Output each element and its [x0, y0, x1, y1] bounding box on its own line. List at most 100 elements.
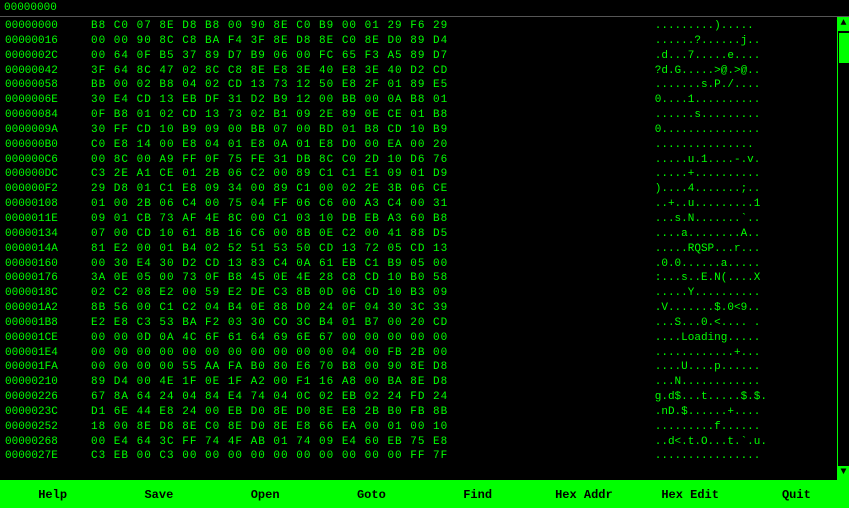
ascii-cell: .nD.$......+.... — [654, 405, 833, 420]
ascii-cell: ......s......... — [654, 108, 833, 123]
title-bar: 00000000 — [0, 0, 849, 17]
scroll-up-button[interactable]: ▲ — [838, 17, 849, 31]
table-row: 0000027EC3 EB 00 C3 00 00 00 00 00 00 00… — [4, 449, 833, 464]
table-row: 0000021089 D4 00 4E 1F 0E 1F A2 00 F1 16… — [4, 375, 833, 390]
table-row: 000000423F 64 8C 47 02 8C C8 8E E8 3E 40… — [4, 64, 833, 79]
address-cell: 00000226 — [4, 390, 90, 405]
hex-cell[interactable]: 01 00 2B 06 C4 00 75 04 FF 06 C6 00 A3 C… — [90, 197, 654, 212]
hex-cell[interactable]: 89 D4 00 4E 1F 0E 1F A2 00 F1 16 A8 00 B… — [90, 375, 654, 390]
hex-cell[interactable]: 00 E4 64 3C FF 74 4F AB 01 74 09 E4 60 E… — [90, 435, 654, 450]
table-row: 0000023CD1 6E 44 E8 24 00 EB D0 8E D0 8E… — [4, 405, 833, 420]
ascii-cell: )....4.......;.. — [654, 182, 833, 197]
hex-cell[interactable]: 8B 56 00 C1 C2 04 B4 0E 88 D0 24 0F 04 3… — [90, 301, 654, 316]
address-cell: 00000058 — [4, 78, 90, 93]
ascii-cell: ............+... — [654, 346, 833, 361]
ascii-cell: g.d$...t.....$.$. — [654, 390, 833, 405]
hex-cell[interactable]: 02 C2 08 E2 00 59 E2 DE C3 8B 0D 06 CD 1… — [90, 286, 654, 301]
table-row: 0000001600 00 90 8C C8 BA F4 3F 8E D8 8E… — [4, 34, 833, 49]
ascii-cell: .....Y.......... — [654, 286, 833, 301]
table-row: 0000018C02 C2 08 E2 00 59 E2 DE C3 8B 0D… — [4, 286, 833, 301]
address-cell: 000000B0 — [4, 138, 90, 153]
address-cell: 00000252 — [4, 420, 90, 435]
hex-cell[interactable]: 0F B8 01 02 CD 13 73 02 B1 09 2E 89 0E C… — [90, 108, 654, 123]
ascii-cell: ....U....p...... — [654, 360, 833, 375]
hex-cell[interactable]: 30 E4 CD 13 EB DF 31 D2 B9 12 00 BB 00 0… — [90, 93, 654, 108]
address-cell: 000000C6 — [4, 153, 90, 168]
scrollbar[interactable]: ▲ ▼ — [837, 17, 849, 480]
table-row: 0000011E09 01 CB 73 AF 4E 8C 00 C1 03 10… — [4, 212, 833, 227]
table-row: 0000006E30 E4 CD 13 EB DF 31 D2 B9 12 00… — [4, 93, 833, 108]
table-row: 0000025218 00 8E D8 8E C0 8E D0 8E E8 66… — [4, 420, 833, 435]
ascii-cell: ..d<.t.O...t.`.u. — [654, 435, 833, 450]
hex-cell[interactable]: 00 8C 00 A9 FF 0F 75 FE 31 DB 8C C0 2D 1… — [90, 153, 654, 168]
hex-cell[interactable]: C3 EB 00 C3 00 00 00 00 00 00 00 00 00 0… — [90, 449, 654, 464]
hex-cell[interactable]: 00 64 0F B5 37 89 D7 B9 06 00 FC 65 F3 A… — [90, 49, 654, 64]
address-cell: 00000268 — [4, 435, 90, 450]
table-row: 000001A28B 56 00 C1 C2 04 B4 0E 88 D0 24… — [4, 301, 833, 316]
ascii-cell: 0............... — [654, 123, 833, 138]
hex-cell[interactable]: 3A 0E 05 00 73 0F B8 45 0E 4E 28 C8 CD 1… — [90, 271, 654, 286]
table-row: 000001763A 0E 05 00 73 0F B8 45 0E 4E 28… — [4, 271, 833, 286]
address-cell: 00000134 — [4, 227, 90, 242]
hex-cell[interactable]: E2 E8 C3 53 BA F2 03 30 CO 3C B4 01 B7 0… — [90, 316, 654, 331]
address-cell: 00000176 — [4, 271, 90, 286]
address-cell: 000000F2 — [4, 182, 90, 197]
address-cell: 0000002C — [4, 49, 90, 64]
find-button[interactable]: Find — [425, 481, 531, 508]
ascii-cell: ...S...0.<.... . — [654, 316, 833, 331]
address-cell: 00000016 — [4, 34, 90, 49]
table-row: 00000058BB 00 02 B8 04 02 CD 13 73 12 50… — [4, 78, 833, 93]
ascii-cell: .........)..... — [654, 19, 833, 34]
scroll-down-button[interactable]: ▼ — [838, 466, 849, 480]
hex-cell[interactable]: 18 00 8E D8 8E C0 8E D0 8E E8 66 EA 00 0… — [90, 420, 654, 435]
hex-cell[interactable]: C3 2E A1 CE 01 2B 06 C2 00 89 C1 C1 E1 0… — [90, 167, 654, 182]
hex-cell[interactable]: 00 00 0D 0A 4C 6F 61 64 69 6E 67 00 00 0… — [90, 331, 654, 346]
hex-cell[interactable]: 00 30 E4 30 D2 CD 13 83 C4 0A 61 EB C1 B… — [90, 257, 654, 272]
table-row: 000001CE00 00 0D 0A 4C 6F 61 64 69 6E 67… — [4, 331, 833, 346]
hex-cell[interactable]: BB 00 02 B8 04 02 CD 13 73 12 50 E8 2F 0… — [90, 78, 654, 93]
hex-cell[interactable]: 81 E2 00 01 B4 02 52 51 53 50 CD 13 72 0… — [90, 242, 654, 257]
table-row: 000000DCC3 2E A1 CE 01 2B 06 C2 00 89 C1… — [4, 167, 833, 182]
ascii-cell: :...s..E.N(....X — [654, 271, 833, 286]
goto-button[interactable]: Goto — [319, 481, 425, 508]
hex-cell[interactable]: 00 00 00 00 55 AA FA B0 80 E6 70 B8 00 9… — [90, 360, 654, 375]
ascii-cell: .V.......$.0<9.. — [654, 301, 833, 316]
address-cell: 000001CE — [4, 331, 90, 346]
scroll-thumb[interactable] — [839, 33, 849, 63]
table-row: 000000B0C0 E8 14 00 E8 04 01 E8 0A 01 E8… — [4, 138, 833, 153]
hex-cell[interactable]: 30 FF CD 10 B9 09 00 BB 07 00 BD 01 B8 C… — [90, 123, 654, 138]
hex-addr-button[interactable]: Hex Addr — [531, 481, 637, 508]
table-row: 000000F229 D8 01 C1 E8 09 34 00 89 C1 00… — [4, 182, 833, 197]
address-cell: 0000011E — [4, 212, 90, 227]
address-cell: 000001B8 — [4, 316, 90, 331]
hex-edit-button[interactable]: Hex Edit — [638, 481, 744, 508]
hex-cell[interactable]: 00 00 00 00 00 00 00 00 00 00 00 04 00 F… — [90, 346, 654, 361]
save-button[interactable]: Save — [106, 481, 212, 508]
address-cell: 00000042 — [4, 64, 90, 79]
hex-cell[interactable]: 00 00 90 8C C8 BA F4 3F 8E D8 8E C0 8E D… — [90, 34, 654, 49]
hex-cell[interactable]: C0 E8 14 00 E8 04 01 E8 0A 01 E8 D0 00 E… — [90, 138, 654, 153]
hex-cell[interactable]: 09 01 CB 73 AF 4E 8C 00 C1 03 10 DB EB A… — [90, 212, 654, 227]
address-cell: 00000210 — [4, 375, 90, 390]
hex-cell[interactable]: 07 00 CD 10 61 8B 16 C6 00 8B 0E C2 00 4… — [90, 227, 654, 242]
hex-cell[interactable]: B8 C0 07 8E D8 B8 00 90 8E C0 B9 00 01 2… — [90, 19, 654, 34]
table-row: 000001B8E2 E8 C3 53 BA F2 03 30 CO 3C B4… — [4, 316, 833, 331]
ascii-cell: ............... — [654, 138, 833, 153]
ascii-cell: .....u.1....-.v. — [654, 153, 833, 168]
address-cell: 00000160 — [4, 257, 90, 272]
quit-button[interactable]: Quit — [744, 481, 849, 508]
table-row: 0000014A81 E2 00 01 B4 02 52 51 53 50 CD… — [4, 242, 833, 257]
address-cell: 000001A2 — [4, 301, 90, 316]
open-button[interactable]: Open — [213, 481, 319, 508]
table-row: 0000002C00 64 0F B5 37 89 D7 B9 06 00 FC… — [4, 49, 833, 64]
hex-area: 00000000B8 C0 07 8E D8 B8 00 90 8E C0 B9… — [0, 17, 837, 480]
hex-cell[interactable]: 67 8A 64 24 04 84 E4 74 04 0C 02 EB 02 2… — [90, 390, 654, 405]
address-cell: 00000084 — [4, 108, 90, 123]
ascii-cell: ...N............ — [654, 375, 833, 390]
hex-cell[interactable]: D1 6E 44 E8 24 00 EB D0 8E D0 8E E8 2B B… — [90, 405, 654, 420]
hex-cell[interactable]: 3F 64 8C 47 02 8C C8 8E E8 3E 40 E8 3E 4… — [90, 64, 654, 79]
help-button[interactable]: Help — [0, 481, 106, 508]
address-cell: 00000000 — [4, 19, 90, 34]
hex-cell[interactable]: 29 D8 01 C1 E8 09 34 00 89 C1 00 02 2E 3… — [90, 182, 654, 197]
hex-table: 00000000B8 C0 07 8E D8 B8 00 90 8E C0 B9… — [4, 19, 833, 464]
